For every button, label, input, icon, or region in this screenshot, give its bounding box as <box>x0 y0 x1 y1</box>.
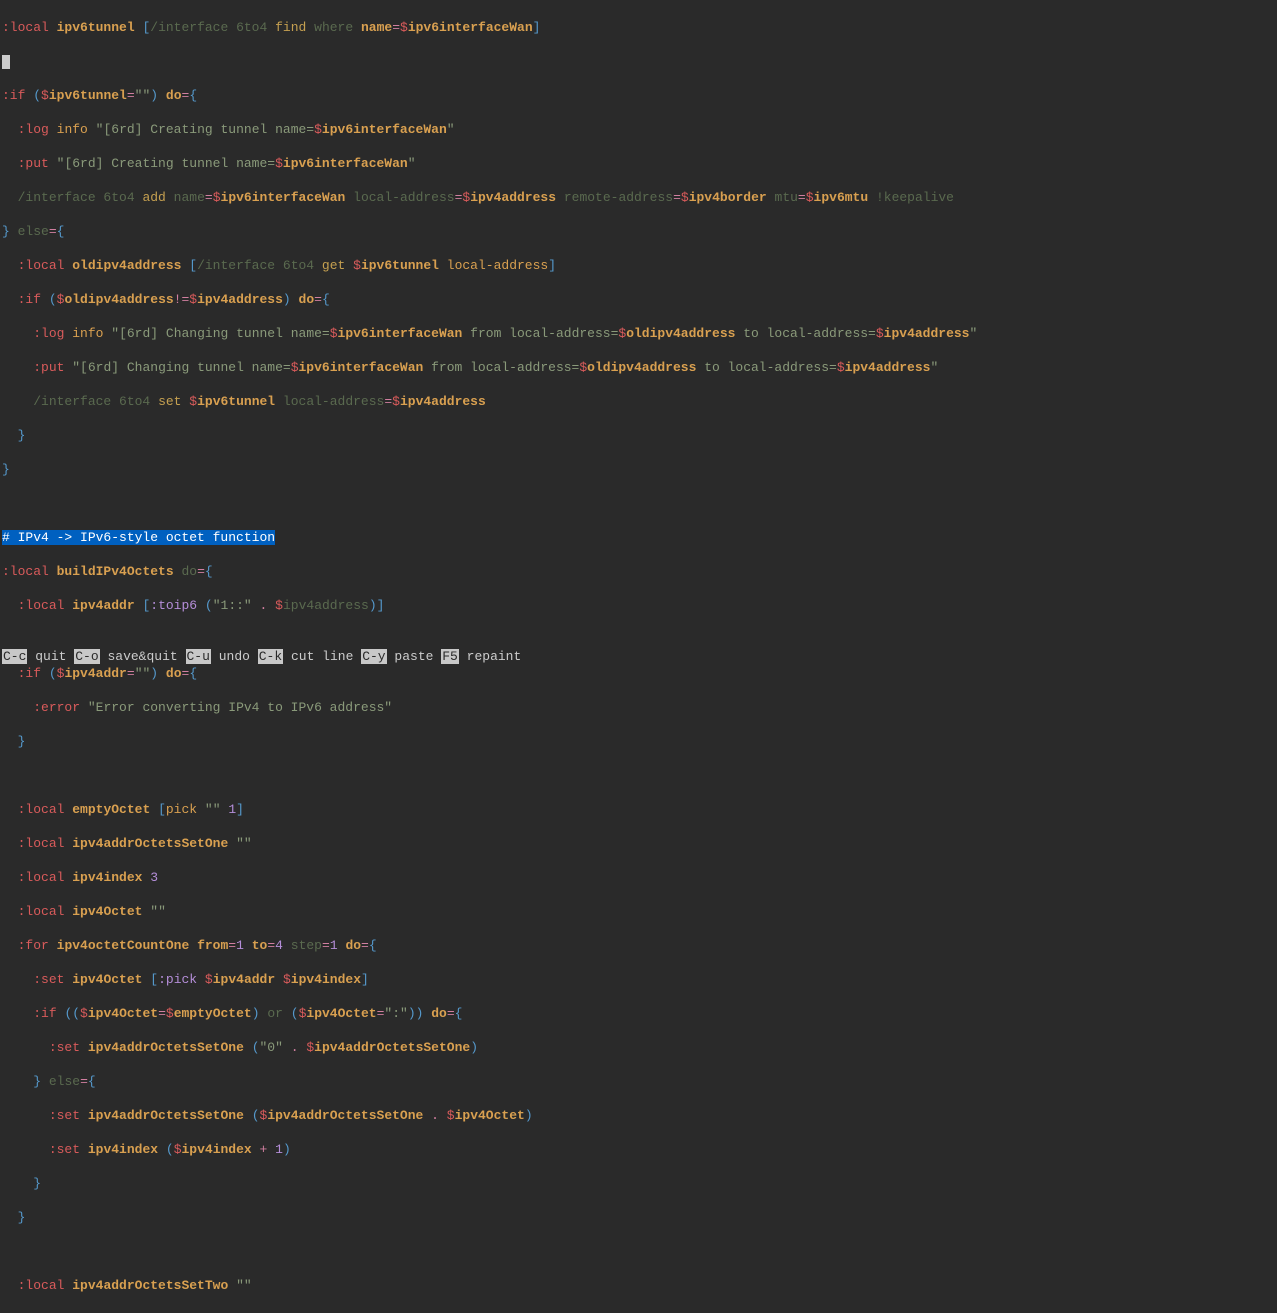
code-line: :local ipv4addrOctetsSetTwo "" <box>2 1277 1275 1294</box>
shortcut-label: undo <box>219 649 250 664</box>
code-line: :set ipv4addrOctetsSetOne ("0" . $ipv4ad… <box>2 1039 1275 1056</box>
code-line: :local ipv4index 3 <box>2 869 1275 886</box>
shortcut-key: C-y <box>361 649 386 664</box>
code-line <box>2 767 1275 784</box>
shortcut-label: cut line <box>291 649 353 664</box>
code-line: :local buildIPv4Octets do={ <box>2 563 1275 580</box>
shortcut-key: C-u <box>186 649 211 664</box>
shortcut-key: C-o <box>74 649 99 664</box>
code-line: :local emptyOctet [pick "" 1] <box>2 801 1275 818</box>
statusbar: C-c quit C-o save&quit C-u undo C-k cut … <box>0 648 1277 665</box>
code-line: :local ipv6tunnel [/interface 6to4 find … <box>2 19 1275 36</box>
code-line <box>2 631 1275 648</box>
code-line <box>2 53 1275 70</box>
code-line: :if ($ipv6tunnel="") do={ <box>2 87 1275 104</box>
code-line: :put "[6rd] Creating tunnel name=$ipv6in… <box>2 155 1275 172</box>
code-line: :local ipv4Octet "" <box>2 903 1275 920</box>
code-line: :error "Error converting IPv4 to IPv6 ad… <box>2 699 1275 716</box>
code-line: # IPv4 -> IPv6-style octet function <box>2 529 1275 546</box>
code-line: :set ipv4addrOctetsSetOne ($ipv4addrOcte… <box>2 1107 1275 1124</box>
code-line: :log info "[6rd] Changing tunnel name=$i… <box>2 325 1275 342</box>
shortcut-key: F5 <box>441 649 459 664</box>
code-line: :local ipv4addr [:toip6 ("1::" . $ipv4ad… <box>2 597 1275 614</box>
code-line: :local ipv4addrOctetsSetOne "" <box>2 835 1275 852</box>
shortcut-key: C-c <box>2 649 27 664</box>
code-line: :set ipv4Octet [:pick $ipv4addr $ipv4ind… <box>2 971 1275 988</box>
shortcut-label: repaint <box>467 649 522 664</box>
code-line: } <box>2 427 1275 444</box>
shortcut-key: C-k <box>258 649 283 664</box>
code-line <box>2 495 1275 512</box>
code-line: } <box>2 461 1275 478</box>
code-line: :log info "[6rd] Creating tunnel name=$i… <box>2 121 1275 138</box>
keyword: :local <box>2 20 49 35</box>
code-line: :if ($ipv4addr="") do={ <box>2 665 1275 682</box>
code-line: :local oldipv4address [/interface 6to4 g… <box>2 257 1275 274</box>
code-line: } else={ <box>2 1073 1275 1090</box>
code-line: :put "[6rd] Changing tunnel name=$ipv6in… <box>2 359 1275 376</box>
code-line <box>2 1243 1275 1260</box>
highlighted-comment: # IPv4 -> IPv6-style octet function <box>2 530 275 545</box>
code-line: /interface 6to4 set $ipv6tunnel local-ad… <box>2 393 1275 410</box>
code-line: } <box>2 1209 1275 1226</box>
code-line: } <box>2 1175 1275 1192</box>
shortcut-label: paste <box>394 649 433 664</box>
shortcut-label: save&quit <box>107 649 177 664</box>
variable: ipv6tunnel <box>57 20 135 35</box>
code-line: :set ipv4index ($ipv4index + 1) <box>2 1141 1275 1158</box>
code-line: :for ipv4octetCountOne from=1 to=4 step=… <box>2 937 1275 954</box>
text-cursor <box>2 55 10 69</box>
shortcut-label: quit <box>35 649 66 664</box>
code-line: } else={ <box>2 223 1275 240</box>
code-line: /interface 6to4 add name=$ipv6interfaceW… <box>2 189 1275 206</box>
code-line: :if ($oldipv4address!=$ipv4address) do={ <box>2 291 1275 308</box>
code-line: } <box>2 733 1275 750</box>
code-line: :if (($ipv4Octet=$emptyOctet) or ($ipv4O… <box>2 1005 1275 1022</box>
